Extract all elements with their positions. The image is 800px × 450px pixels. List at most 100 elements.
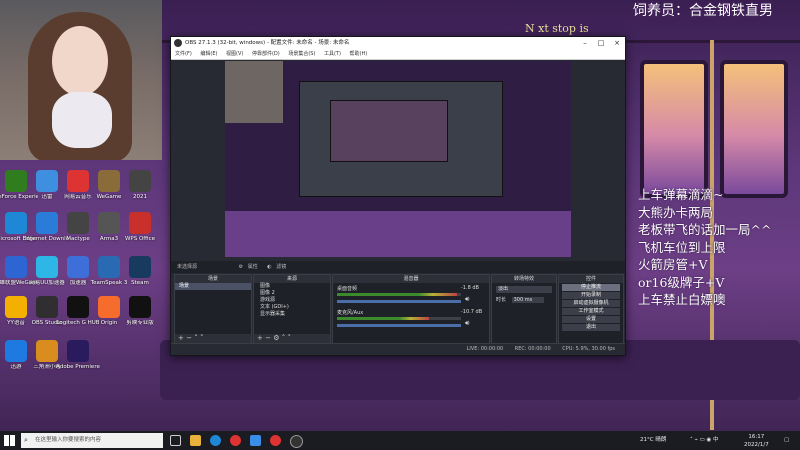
close-icon[interactable]: ×: [609, 37, 625, 49]
overlay-line: 上车弹幕滴滴~: [638, 187, 724, 202]
live-status: LIVE: 00:00:00: [466, 346, 504, 352]
studio-mode-button[interactable]: 工作室模式: [562, 308, 620, 315]
netease-music-icon[interactable]: [270, 435, 281, 446]
app-icon: [98, 296, 120, 318]
task-view-icon[interactable]: [170, 435, 181, 446]
app-icon: [5, 212, 27, 234]
add-icon[interactable]: +: [178, 334, 184, 342]
edge-icon[interactable]: [210, 435, 221, 446]
tray-icons[interactable]: ˄ ⌁ ▭ ◉ 中: [690, 431, 719, 450]
desktop-icon[interactable]: 剪映专业版: [118, 296, 162, 327]
windows-start-icon[interactable]: [4, 435, 15, 446]
menu-edit[interactable]: 编辑(E): [200, 51, 217, 57]
chevron-up-icon[interactable]: ˄: [194, 334, 198, 342]
transitions-header: 转场特效: [492, 275, 556, 283]
app-icon: [67, 340, 89, 362]
app-icon: [67, 296, 89, 318]
transition-select[interactable]: 淡出: [496, 286, 552, 293]
overlay-line: 火箭房管+V: [638, 257, 708, 272]
speaker-icon[interactable]: 🔊︎: [465, 319, 469, 328]
search-icon: ⌕: [24, 436, 28, 444]
search-placeholder: 在这里输入你要搜索的内容: [35, 437, 102, 443]
settings-button[interactable]: 设置: [562, 316, 620, 323]
obs-icon[interactable]: [290, 435, 303, 448]
start-recording-button[interactable]: 开始录制: [562, 292, 620, 299]
source-item[interactable]: 显示器采集: [254, 311, 330, 318]
desktop-icon[interactable]: Steam: [118, 256, 162, 287]
source-item[interactable]: 文本 (GDI+): [254, 304, 330, 311]
duration-input[interactable]: 300 ms: [511, 297, 544, 303]
clock[interactable]: 16:17 2022/1/7: [744, 433, 769, 449]
menu-help[interactable]: 帮助(H): [350, 51, 368, 57]
app-icon: [5, 340, 27, 362]
weather-status[interactable]: 21°C 晴朗: [640, 431, 666, 450]
cpu-status: CPU: 5.9%, 30.00 fps: [562, 346, 615, 352]
menu-scene-collection[interactable]: 场景集合(S): [288, 51, 315, 57]
clock-date: 2022/1/7: [744, 442, 769, 448]
obs-menubar: 文件(F) 编辑(E) 视图(V) 停靠部件(D) 场景集合(S) 工具(T) …: [171, 49, 625, 60]
mixer-slider[interactable]: [337, 300, 461, 303]
desktop-icon[interactable]: 2021: [118, 170, 162, 201]
taskbar-search-input[interactable]: ⌕ 在这里输入你要搜索的内容: [21, 433, 163, 448]
remove-icon[interactable]: −: [186, 334, 192, 342]
gear-icon[interactable]: ⚙: [239, 264, 243, 270]
desktop-icon[interactable]: Adobe Premiere: [56, 340, 100, 371]
chevron-down-icon[interactable]: ˅: [287, 334, 291, 342]
notification-icon[interactable]: ▢: [784, 431, 789, 450]
mixer-slider[interactable]: [337, 324, 461, 327]
app-icon: [98, 212, 120, 234]
chevron-down-icon[interactable]: ˅: [200, 334, 204, 342]
desktop-icon-label: Steam: [131, 280, 149, 286]
app-icon: [67, 170, 89, 192]
explorer-icon[interactable]: [190, 435, 201, 446]
speaker-icon[interactable]: 🔊︎: [465, 295, 469, 304]
app-icon: [5, 256, 27, 278]
virtual-camera-button[interactable]: 启动虚拟摄像机: [562, 300, 620, 307]
scene-item[interactable]: 场景: [175, 283, 251, 290]
source-item[interactable]: 游戏源: [254, 297, 330, 304]
menu-file[interactable]: 文件(F): [175, 51, 192, 57]
desktop-icon[interactable]: WPS Office: [118, 212, 162, 243]
obs-titlebar[interactable]: OBS 27.1.3 (32-bit, windows) - 配置文件: 未命名…: [171, 37, 625, 49]
filters-button[interactable]: 滤镜: [276, 264, 286, 270]
controls-header: 控件: [559, 275, 623, 283]
clock-time: 16:17: [748, 434, 765, 440]
properties-button[interactable]: 属性: [248, 264, 258, 270]
preview-webcam: [225, 61, 283, 123]
duration-label: 时长: [496, 297, 507, 303]
maximize-icon[interactable]: □: [593, 37, 609, 49]
stop-streaming-button[interactable]: 停止推流: [562, 284, 620, 291]
plush-toy: [52, 92, 112, 148]
obs-preview[interactable]: [225, 61, 571, 257]
remove-icon[interactable]: −: [265, 334, 271, 342]
add-icon[interactable]: +: [257, 334, 263, 342]
mixer-header: 混音器: [333, 275, 489, 283]
gear-icon[interactable]: ⚙: [273, 334, 279, 342]
obs-window[interactable]: OBS 27.1.3 (32-bit, windows) - 配置文件: 未命名…: [170, 36, 626, 356]
exit-button[interactable]: 退出: [562, 324, 620, 331]
filter-icon[interactable]: ◐: [267, 264, 271, 270]
app-icon[interactable]: [250, 435, 261, 446]
obs-logo-icon: [174, 39, 182, 47]
sources-footer: + − ⚙ ˄ ˅: [254, 334, 330, 343]
menu-tools[interactable]: 工具(T): [324, 51, 341, 57]
preview-floor: [225, 211, 571, 257]
source-item[interactable]: 图像 2: [254, 290, 330, 297]
menu-docks[interactable]: 停靠部件(D): [252, 51, 280, 57]
mixer-track-name: 麦克风/Aux: [337, 310, 364, 316]
app-icon: [129, 296, 151, 318]
app-icon: [67, 212, 89, 234]
desktop-icon-label: 剪映专业版: [126, 320, 154, 326]
chrome-icon[interactable]: [230, 435, 241, 446]
train-window: [720, 60, 788, 198]
app-icon: [36, 296, 58, 318]
controls-panel: 控件 停止推流 开始录制 启动虚拟摄像机 工作室模式 设置 退出: [558, 274, 624, 344]
menu-view[interactable]: 视图(V): [226, 51, 243, 57]
minimize-icon[interactable]: –: [577, 37, 593, 49]
train-window: [640, 60, 708, 198]
overlay-line: 大熊办卡两局: [638, 204, 714, 220]
chevron-up-icon[interactable]: ˄: [282, 334, 286, 342]
taskbar: ⌕ 在这里输入你要搜索的内容 21°C 晴朗 ˄ ⌁ ▭ ◉ 中 16:17 2…: [0, 431, 800, 450]
app-icon: [98, 256, 120, 278]
source-item[interactable]: 图像: [254, 283, 330, 290]
